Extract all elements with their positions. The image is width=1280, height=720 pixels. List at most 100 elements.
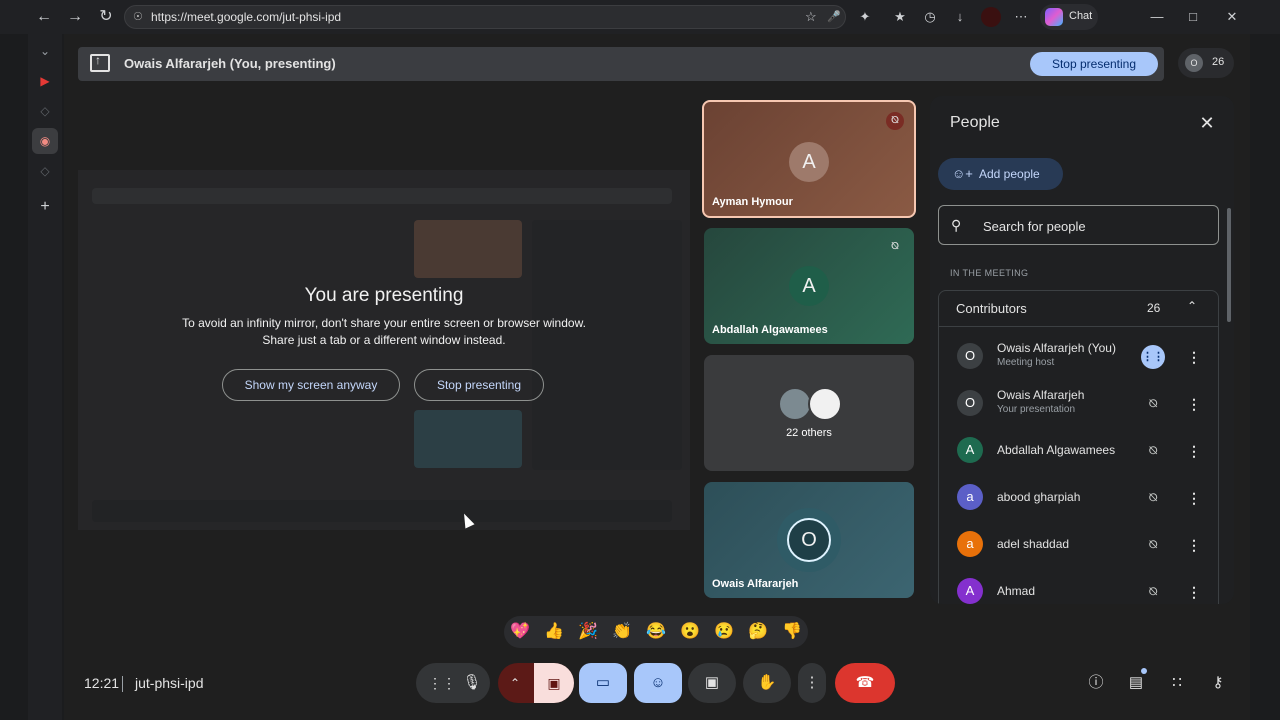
reaction-heart[interactable]: 💖 bbox=[507, 621, 533, 643]
address-bar[interactable]: ☉ https://meet.google.com/jut-phsi-ipd ☆… bbox=[124, 5, 846, 29]
presenting-notice: You are presenting To avoid an infinity … bbox=[78, 285, 690, 349]
participant-role: Your presentation bbox=[997, 404, 1076, 415]
more-vert-icon: ⋮ bbox=[804, 674, 820, 691]
reaction-thinking[interactable]: 🤔 bbox=[745, 621, 771, 643]
reactions-bar: 💖 👍 🎉 👏 😂 😮 😢 🤔 👎 bbox=[504, 616, 808, 648]
camera-off-icon[interactable]: ▣ bbox=[534, 663, 574, 703]
participant-row[interactable]: A Abdallah Algawamees ⦰ ⋮ bbox=[939, 427, 1218, 474]
profile-icon[interactable] bbox=[981, 7, 1001, 27]
mic-icon[interactable]: 🎤 bbox=[827, 10, 841, 23]
search-input[interactable] bbox=[983, 216, 1203, 236]
tab-icon[interactable]: ◇ bbox=[32, 98, 58, 124]
captions-button[interactable]: ▣ bbox=[688, 663, 736, 703]
add-person-icon: ☺+ bbox=[952, 166, 973, 181]
activities-icon[interactable]: ∷ bbox=[1166, 672, 1188, 694]
show-screen-anyway-button[interactable]: Show my screen anyway bbox=[222, 369, 400, 401]
reaction-surprised[interactable]: 😮 bbox=[677, 621, 703, 643]
close-window-icon[interactable]: ✕ bbox=[1222, 7, 1242, 27]
avatar: a bbox=[957, 531, 983, 557]
avatar: O bbox=[787, 518, 831, 562]
scrollbar[interactable] bbox=[1227, 208, 1231, 322]
avatar: O bbox=[957, 343, 983, 369]
raise-hand-button[interactable]: ✋ bbox=[743, 663, 791, 703]
collapse-icon[interactable]: ⌄ bbox=[32, 38, 58, 64]
chevron-up-icon[interactable]: ⌃ bbox=[510, 663, 520, 703]
copilot-icon bbox=[1045, 8, 1063, 26]
participant-row[interactable]: A Ahmad ⦰ ⋮ bbox=[939, 568, 1218, 604]
close-icon[interactable]: ✕ bbox=[1196, 112, 1218, 134]
more-options-button[interactable]: ⋮ bbox=[798, 663, 826, 703]
leave-call-button[interactable]: ☎ bbox=[835, 663, 895, 703]
audio-level-icon[interactable]: ⋮⋮ bbox=[428, 663, 456, 703]
others-tile[interactable]: 22 others bbox=[704, 355, 914, 471]
mic-icon[interactable]: 🎙 bbox=[461, 663, 483, 703]
star-icon[interactable]: ☆ bbox=[805, 9, 817, 25]
captions-icon: ▣ bbox=[704, 674, 720, 691]
reaction-clap[interactable]: 👏 bbox=[609, 621, 635, 643]
avatar: a bbox=[957, 484, 983, 510]
minimize-icon[interactable]: — bbox=[1147, 7, 1167, 27]
url-text: https://meet.google.com/jut-phsi-ipd bbox=[151, 10, 342, 24]
participant-name: Owais Alfararjeh (You) bbox=[997, 341, 1116, 355]
people-search[interactable]: ⚲ bbox=[938, 205, 1219, 245]
more-options-icon[interactable]: ⋮ bbox=[1187, 394, 1201, 414]
chevron-up-icon[interactable]: ⌃ bbox=[1187, 299, 1197, 313]
hand-icon: ✋ bbox=[757, 674, 777, 691]
participant-name: Ayman Hymour bbox=[712, 196, 793, 208]
present-button[interactable]: ▭ bbox=[579, 663, 627, 703]
back-icon[interactable]: ← bbox=[32, 5, 56, 29]
reaction-thumbs-up[interactable]: 👍 bbox=[541, 621, 567, 643]
add-tab-icon[interactable]: + bbox=[32, 194, 58, 220]
participant-tile[interactable]: A ⦰ Ayman Hymour bbox=[702, 100, 916, 218]
tab-icon-2[interactable]: ◇ bbox=[32, 158, 58, 184]
camera-controls: ⌃ ▣ bbox=[498, 663, 574, 703]
participant-role: Meeting host bbox=[997, 357, 1055, 368]
chat-button[interactable]: Chat bbox=[1040, 4, 1098, 30]
more-options-icon[interactable]: ⋮ bbox=[1187, 488, 1201, 508]
participant-row[interactable]: O Owais Alfararjeh Your presentation ⦰ ⋮ bbox=[939, 380, 1218, 427]
meeting-code: jut-phsi-ipd bbox=[135, 675, 204, 691]
participant-row[interactable]: a adel shaddad ⦰ ⋮ bbox=[939, 521, 1218, 568]
participant-row[interactable]: a abood gharpiah ⦰ ⋮ bbox=[939, 474, 1218, 521]
more-options-icon[interactable]: ⋮ bbox=[1187, 535, 1201, 555]
extensions-icon[interactable]: ✦ bbox=[855, 7, 875, 27]
info-icon[interactable]: ⓘ bbox=[1085, 672, 1107, 694]
more-options-icon[interactable]: ⋮ bbox=[1187, 347, 1201, 367]
participant-tile[interactable]: O Owais Alfararjeh bbox=[704, 482, 914, 598]
chat-icon[interactable]: ▤ bbox=[1125, 672, 1147, 694]
more-options-icon[interactable]: ⋮ bbox=[1187, 582, 1201, 602]
stop-presenting-button[interactable]: Stop presenting bbox=[1030, 52, 1158, 76]
more-options-icon[interactable]: ⋮ bbox=[1187, 441, 1201, 461]
reaction-thumbs-down[interactable]: 👎 bbox=[779, 621, 805, 643]
participant-count-chip[interactable]: O 26 bbox=[1178, 48, 1234, 78]
lock-icon: ☉ bbox=[133, 11, 143, 23]
reload-icon[interactable]: ↻ bbox=[94, 5, 118, 29]
youtube-icon[interactable]: ▶ bbox=[32, 68, 58, 94]
avatar bbox=[778, 387, 812, 421]
forward-icon[interactable]: → bbox=[63, 5, 87, 29]
more-icon[interactable]: ⋯ bbox=[1011, 7, 1031, 27]
emoji-button[interactable]: ☺ bbox=[634, 663, 682, 703]
download-icon[interactable]: ↓ bbox=[950, 7, 970, 27]
history-icon[interactable]: ◷ bbox=[920, 7, 940, 27]
reaction-sad[interactable]: 😢 bbox=[711, 621, 737, 643]
contributors-header[interactable]: Contributors 26 ⌃ bbox=[939, 291, 1218, 327]
avatar: A bbox=[957, 437, 983, 463]
section-heading: IN THE MEETING bbox=[950, 268, 1029, 278]
presenting-title: Owais Alfararjeh (You, presenting) bbox=[124, 56, 336, 71]
reaction-party[interactable]: 🎉 bbox=[575, 621, 601, 643]
participant-tile[interactable]: A ⦰ Abdallah Algawamees bbox=[704, 228, 914, 344]
notification-dot bbox=[1141, 668, 1147, 674]
participant-row[interactable]: O Owais Alfararjeh (You) Meeting host ⋮⋮… bbox=[939, 333, 1218, 380]
avatar bbox=[808, 387, 842, 421]
maximize-icon[interactable]: □ bbox=[1183, 7, 1203, 27]
add-people-label: Add people bbox=[979, 167, 1040, 181]
browser-toolbar: ← → ↻ ☉ https://meet.google.com/jut-phsi… bbox=[0, 0, 1280, 34]
stop-presenting-inline-button[interactable]: Stop presenting bbox=[414, 369, 544, 401]
add-people-button[interactable]: ☺+ Add people bbox=[938, 158, 1063, 190]
reaction-laugh[interactable]: 😂 bbox=[643, 621, 669, 643]
record-icon[interactable]: ◉ bbox=[32, 128, 58, 154]
host-controls-icon[interactable]: ⚷ bbox=[1207, 672, 1229, 694]
presenting-warning-line1: To avoid an infinity mirror, don't share… bbox=[182, 316, 586, 330]
favorites-icon[interactable]: ★ bbox=[890, 7, 910, 27]
